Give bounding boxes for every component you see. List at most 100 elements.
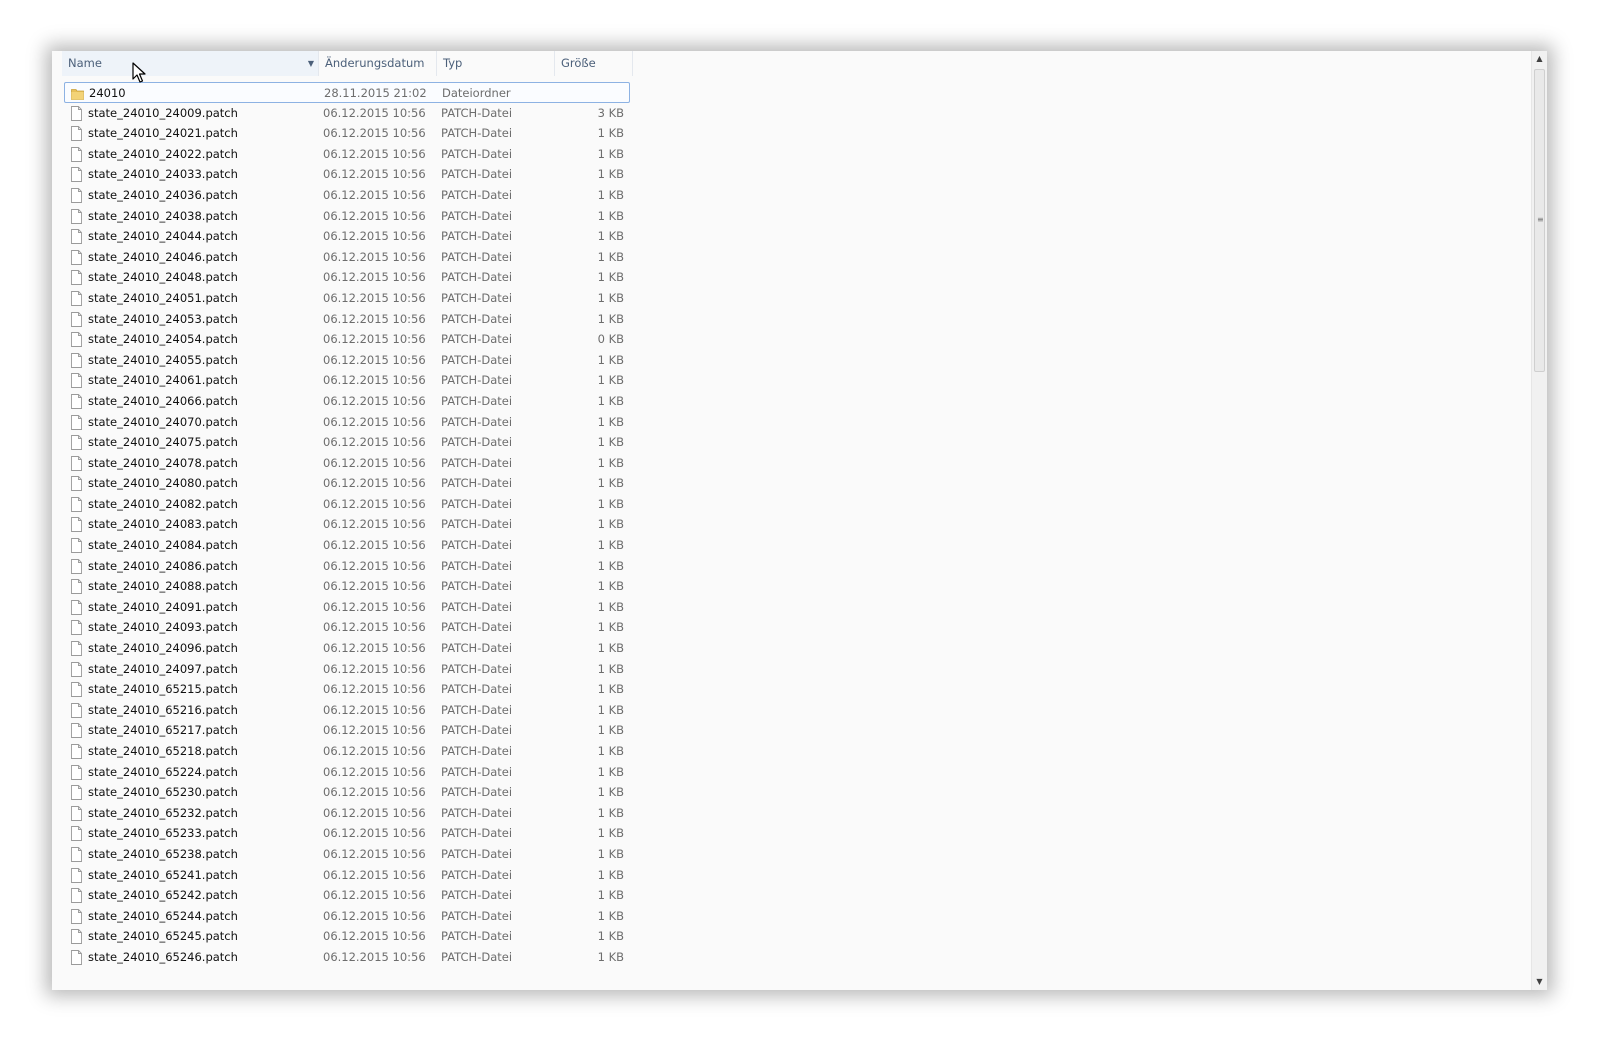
list-item[interactable]: state_24010_65224.patch 06.12.2015 10:56 P…	[64, 762, 630, 783]
list-item-folder[interactable]: 24010 28.11.2015 21:02 Dateiordner	[64, 82, 630, 103]
column-header-name[interactable]: Name ˆ ▼	[62, 51, 319, 76]
file-icon	[71, 826, 82, 842]
list-item[interactable]: state_24010_24053.patch 06.12.2015 10:56 P…	[64, 309, 630, 330]
list-item[interactable]: state_24010_24038.patch 06.12.2015 10:56 P…	[64, 206, 630, 227]
list-item[interactable]: state_24010_24088.patch 06.12.2015 10:56 P…	[64, 576, 630, 597]
list-item[interactable]: state_24010_24082.patch 06.12.2015 10:56 P…	[64, 494, 630, 515]
file-name: state_24010_24066.patch	[88, 393, 238, 408]
scrollbar-thumb[interactable]: ≡	[1534, 69, 1545, 372]
file-date: 06.12.2015 10:56	[323, 146, 426, 161]
list-item[interactable]: state_24010_65245.patch 06.12.2015 10:56 P…	[64, 926, 630, 947]
sort-ascending-icon: ˆ	[189, 51, 194, 59]
file-icon	[71, 929, 82, 945]
list-item[interactable]: state_24010_24083.patch 06.12.2015 10:56 P…	[64, 514, 630, 535]
file-icon	[71, 620, 82, 636]
list-item[interactable]: state_24010_24091.patch 06.12.2015 10:56 P…	[64, 597, 630, 618]
list-item[interactable]: state_24010_24078.patch 06.12.2015 10:56 P…	[64, 453, 630, 474]
list-item[interactable]: state_24010_24054.patch 06.12.2015 10:56 P…	[64, 329, 630, 350]
list-item[interactable]: state_24010_65216.patch 06.12.2015 10:56 P…	[64, 700, 630, 721]
file-icon	[71, 723, 82, 739]
list-item[interactable]: state_24010_65242.patch 06.12.2015 10:56 P…	[64, 885, 630, 906]
file-date: 06.12.2015 10:56	[323, 167, 426, 182]
list-item[interactable]: state_24010_65218.patch 06.12.2015 10:56 P…	[64, 741, 630, 762]
file-icon	[71, 785, 82, 801]
list-item[interactable]: state_24010_24093.patch 06.12.2015 10:56 P…	[64, 617, 630, 638]
list-item[interactable]: state_24010_24070.patch 06.12.2015 10:56 P…	[64, 412, 630, 433]
list-item[interactable]: state_24010_24022.patch 06.12.2015 10:56 P…	[64, 144, 630, 165]
vertical-scrollbar[interactable]: ▲ ≡ ▼	[1531, 51, 1547, 990]
file-type: PATCH-Datei	[441, 476, 513, 491]
list-item[interactable]: state_24010_24033.patch 06.12.2015 10:56 P…	[64, 164, 630, 185]
file-name: state_24010_65218.patch	[88, 744, 238, 758]
file-date: 06.12.2015 10:56	[323, 393, 426, 408]
list-item[interactable]: state_24010_65241.patch 06.12.2015 10:56 P…	[64, 865, 630, 886]
file-type: PATCH-Datei	[441, 641, 513, 656]
list-item[interactable]: state_24010_65246.patch 06.12.2015 10:56 P…	[64, 947, 630, 968]
file-name: state_24010_24054.patch	[88, 332, 238, 347]
file-size: 1 KB	[597, 785, 624, 800]
column-header-size[interactable]: Größe	[555, 51, 633, 76]
list-item[interactable]: state_24010_65217.patch 06.12.2015 10:56 P…	[64, 720, 630, 741]
list-item[interactable]: state_24010_65215.patch 06.12.2015 10:56 P…	[64, 679, 630, 700]
file-type: PATCH-Datei	[441, 785, 513, 800]
list-item[interactable]: state_24010_24066.patch 06.12.2015 10:56 P…	[64, 391, 630, 412]
file-icon	[71, 126, 82, 142]
file-icon	[71, 764, 82, 780]
file-name: state_24010_65230.patch	[88, 785, 238, 800]
list-item[interactable]: state_24010_24009.patch 06.12.2015 10:56 P…	[64, 103, 630, 124]
list-item[interactable]: state_24010_24036.patch 06.12.2015 10:56 P…	[64, 185, 630, 206]
file-size: 1 KB	[597, 496, 624, 511]
file-icon	[71, 270, 82, 286]
file-date: 06.12.2015 10:56	[323, 208, 426, 223]
file-size: 1 KB	[597, 682, 624, 697]
list-item[interactable]: state_24010_24021.patch 06.12.2015 10:56 P…	[64, 123, 630, 144]
scroll-up-arrow-icon[interactable]: ▲	[1532, 51, 1547, 67]
list-item[interactable]: state_24010_24055.patch 06.12.2015 10:56 P…	[64, 350, 630, 371]
file-name: state_24010_65244.patch	[88, 908, 238, 923]
folder-date: 28.11.2015 21:02	[324, 86, 427, 100]
file-icon	[71, 311, 82, 327]
list-item[interactable]: state_24010_65244.patch 06.12.2015 10:56 P…	[64, 906, 630, 927]
file-date: 06.12.2015 10:56	[323, 888, 426, 903]
column-header-type[interactable]: Typ	[437, 51, 555, 76]
list-item[interactable]: state_24010_24051.patch 06.12.2015 10:56 P…	[64, 288, 630, 309]
file-name: state_24010_24078.patch	[88, 455, 238, 470]
file-icon	[71, 661, 82, 677]
list-item[interactable]: state_24010_24046.patch 06.12.2015 10:56 P…	[64, 247, 630, 268]
list-item[interactable]: state_24010_24096.patch 06.12.2015 10:56 P…	[64, 638, 630, 659]
file-size: 1 KB	[597, 764, 624, 779]
file-date: 06.12.2015 10:56	[323, 352, 426, 367]
file-date: 06.12.2015 10:56	[323, 558, 426, 573]
scroll-down-arrow-icon[interactable]: ▼	[1532, 974, 1547, 990]
folder-name: 24010	[89, 86, 126, 100]
list-item[interactable]: state_24010_65232.patch 06.12.2015 10:56 P…	[64, 803, 630, 824]
file-name: state_24010_65246.patch	[88, 949, 238, 964]
file-date: 06.12.2015 10:56	[323, 641, 426, 656]
list-item[interactable]: state_24010_24048.patch 06.12.2015 10:56 P…	[64, 267, 630, 288]
file-type: PATCH-Datei	[441, 744, 513, 758]
list-item[interactable]: state_24010_65238.patch 06.12.2015 10:56 P…	[64, 844, 630, 865]
column-header-date[interactable]: Änderungsdatum	[319, 51, 437, 76]
file-date: 06.12.2015 10:56	[323, 290, 426, 305]
file-date: 06.12.2015 10:56	[323, 270, 426, 285]
list-item[interactable]: state_24010_24061.patch 06.12.2015 10:56 P…	[64, 370, 630, 391]
list-item[interactable]: state_24010_24086.patch 06.12.2015 10:56 P…	[64, 556, 630, 577]
file-icon	[71, 599, 82, 615]
file-list: 24010 28.11.2015 21:02 Dateiordner state…	[64, 82, 630, 968]
file-size: 1 KB	[597, 290, 624, 305]
list-item[interactable]: state_24010_24097.patch 06.12.2015 10:56 P…	[64, 659, 630, 680]
list-item[interactable]: state_24010_65233.patch 06.12.2015 10:56 P…	[64, 823, 630, 844]
file-type: PATCH-Datei	[441, 949, 513, 964]
list-item[interactable]: state_24010_24044.patch 06.12.2015 10:56 P…	[64, 226, 630, 247]
chevron-down-icon[interactable]: ▼	[308, 51, 314, 76]
file-date: 06.12.2015 10:56	[323, 661, 426, 676]
list-item[interactable]: state_24010_65230.patch 06.12.2015 10:56 P…	[64, 782, 630, 803]
column-header-name-label: Name	[68, 56, 102, 70]
list-item[interactable]: state_24010_24080.patch 06.12.2015 10:56 P…	[64, 473, 630, 494]
file-date: 06.12.2015 10:56	[323, 599, 426, 614]
file-type: PATCH-Datei	[441, 661, 513, 676]
list-item[interactable]: state_24010_24084.patch 06.12.2015 10:56 P…	[64, 535, 630, 556]
file-date: 06.12.2015 10:56	[323, 805, 426, 820]
list-item[interactable]: state_24010_24075.patch 06.12.2015 10:56 P…	[64, 432, 630, 453]
file-type: PATCH-Datei	[441, 352, 513, 367]
